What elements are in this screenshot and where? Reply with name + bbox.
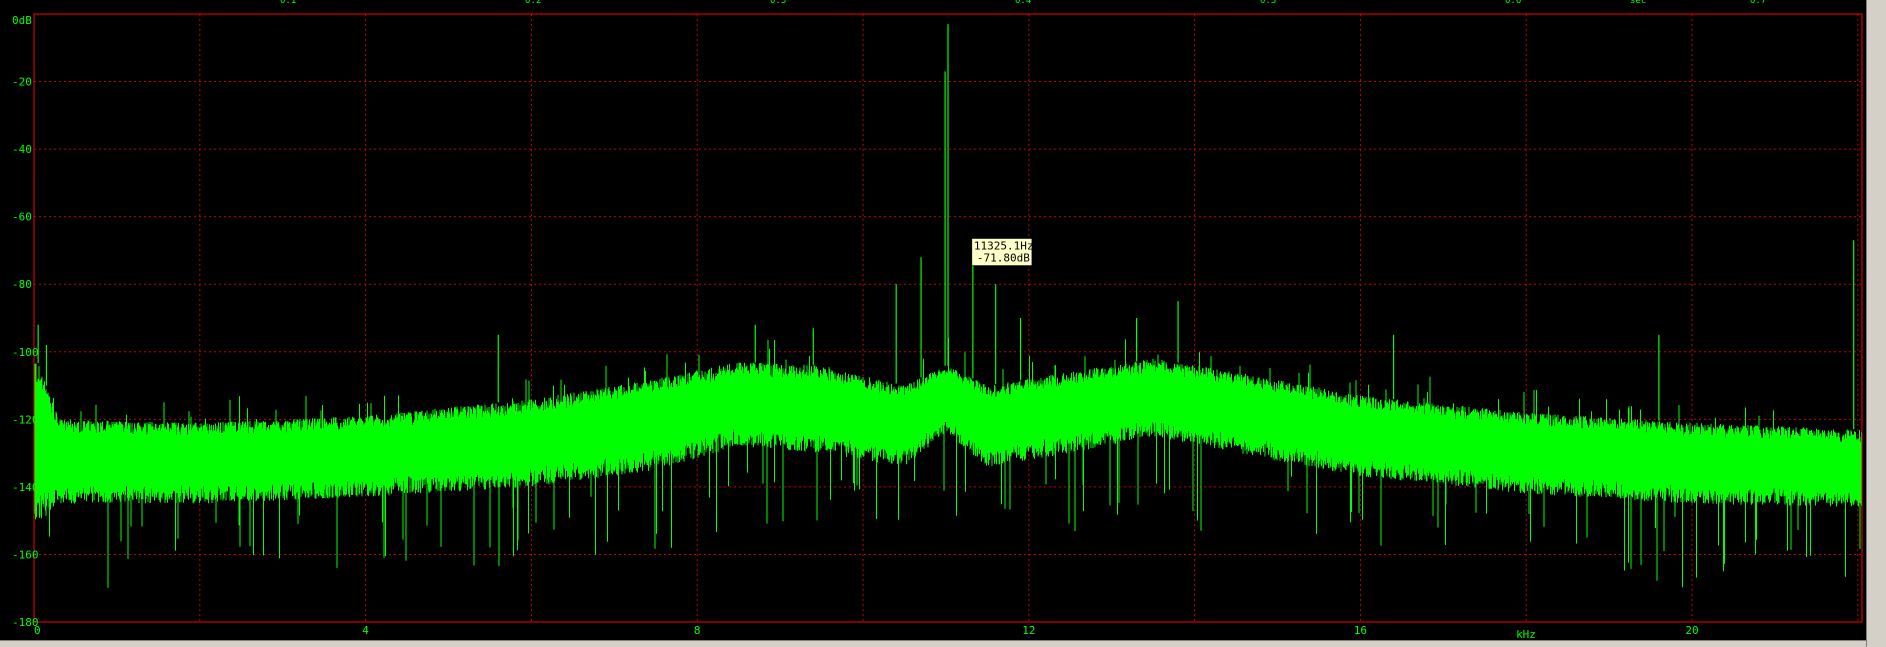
y-tick-label: -120 [12, 413, 39, 426]
x-tick-label: 12 [1022, 624, 1035, 637]
time-axis-tick-label: 0.2 [525, 0, 542, 6]
time-axis-tick-label: 0.1 [280, 0, 297, 6]
x-tick-label: 0 [34, 624, 41, 637]
vertical-scrollbar[interactable] [1866, 0, 1886, 647]
time-axis-tick-label: 0.5 [1260, 0, 1277, 6]
time-axis-tick-label: 0.4 [1015, 0, 1032, 6]
x-tick-label: 20 [1685, 624, 1698, 637]
x-tick-label: 16 [1354, 624, 1367, 637]
time-axis-strip: 0.1 0.2 0.3 0.4 0.5 0.6 sec 0.7 [0, 0, 1866, 10]
x-axis-label: kHz [1516, 628, 1536, 640]
time-axis-tick-label: 0.3 [770, 0, 787, 6]
cursor-readout-level: -71.80dB [977, 252, 1030, 265]
time-axis-tick-label: sec [1630, 0, 1647, 6]
horizontal-scrollbar[interactable] [0, 640, 1866, 647]
y-tick-label: 0dB [12, 14, 32, 27]
y-tick-label: -160 [12, 548, 39, 561]
y-tick-label: -20 [12, 76, 32, 89]
spectrum-chart[interactable]: 0dB-20-40-60-80-100-120-140-160-1800 4 8 12… [0, 10, 1866, 640]
x-tick-label: 8 [694, 624, 701, 637]
spectrum-analyzer-window: 0.1 0.2 0.3 0.4 0.5 0.6 sec 0.7 0dB -20 -40 -60 -80… [0, 0, 1886, 647]
cursor-readout: 11325.1Hz -71.80dB [971, 238, 1033, 266]
y-tick-label: -40 [12, 143, 32, 156]
x-tick-label: 4 [362, 624, 369, 637]
time-axis-tick-label: 0.6 [1505, 0, 1522, 6]
y-tick-label: -60 [12, 211, 32, 224]
time-axis-tick-label: 0.7 [1750, 0, 1767, 6]
y-tick-label: -100 [12, 346, 39, 359]
y-tick-label: -140 [12, 481, 39, 494]
y-tick-label: -80 [12, 278, 32, 291]
spectrum-plot-area[interactable]: 0dB -20 -40 -60 -80 -100 -120 -140 -160 -180 0 4 8 12… [0, 10, 1866, 640]
